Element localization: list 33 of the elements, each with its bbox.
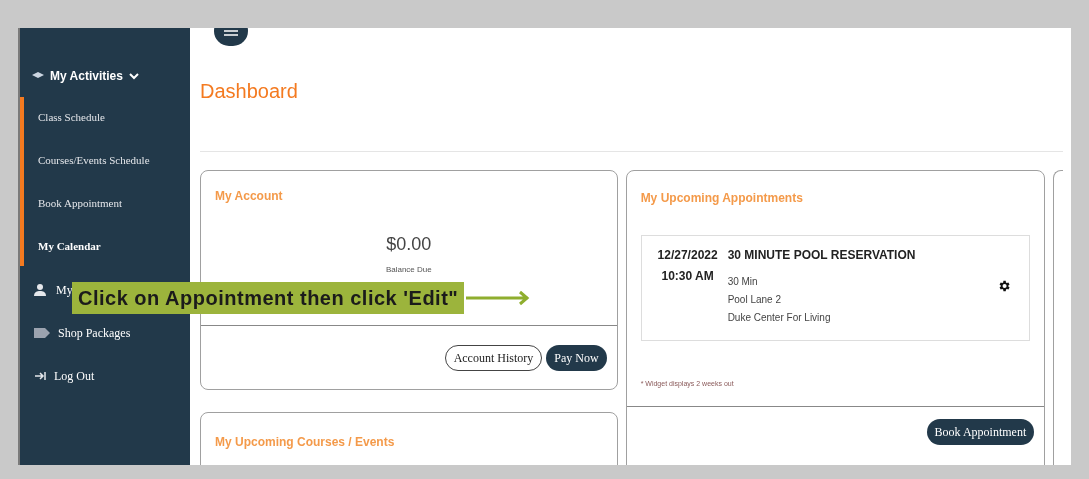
balance-amount: $0.00	[386, 233, 432, 256]
person-icon	[34, 284, 48, 296]
diamond-icon	[32, 72, 44, 80]
sidebar-item[interactable]: Courses/Events Schedule	[38, 150, 150, 170]
sidebar-group[interactable]: My Activities	[20, 66, 151, 86]
appointment-detail: Duke Center For Living	[727, 311, 831, 325]
chevron-icon	[128, 72, 139, 80]
balance-label: Balance Due	[385, 264, 432, 276]
card-title: My Upcoming Appointments	[640, 190, 803, 207]
page-title: Dashboard	[200, 79, 298, 104]
instruction-banner: Click on Appointment then click 'Edit"	[72, 282, 465, 314]
appointment-card[interactable]: 12/27/2022 10:30 AM 30 MINUTE POOL RESERVATION 30 Min Pool Lane 2 Duke Center For Living	[640, 235, 1031, 341]
appointment-date: 12/27/2022	[657, 247, 718, 264]
card-title: My Upcoming Courses / Events	[215, 434, 395, 451]
sidebar-item[interactable]: My Calendar	[38, 236, 101, 256]
pay-button[interactable]: Pay Now	[546, 344, 607, 371]
logout-icon	[34, 371, 46, 381]
settings-icon[interactable]	[997, 279, 1012, 293]
card-title: My Account	[215, 188, 283, 205]
sidebar-item[interactable]: Class Schedule	[38, 107, 105, 127]
appointment-detail: Pool Lane 2	[727, 293, 781, 307]
tag-icon	[34, 328, 50, 338]
appointment-detail: 30 Min	[727, 275, 758, 289]
sidebar-group-label: My Activities	[50, 68, 123, 85]
sidebar-item[interactable]: Shop Packages	[34, 323, 131, 343]
sidebar-item[interactable]: Log Out	[34, 366, 95, 386]
book-button[interactable]: Book Appointment	[926, 419, 1035, 445]
sidebar-item[interactable]: Book Appointment	[38, 193, 123, 213]
appointment-time: 10:30 AM	[661, 268, 714, 285]
menu-icon	[224, 28, 238, 36]
appointment-name: 30 MINUTE POOL RESERVATION	[727, 247, 916, 264]
sidebar-item[interactable]: My	[34, 280, 73, 300]
history-button[interactable]: Account History	[444, 344, 543, 371]
